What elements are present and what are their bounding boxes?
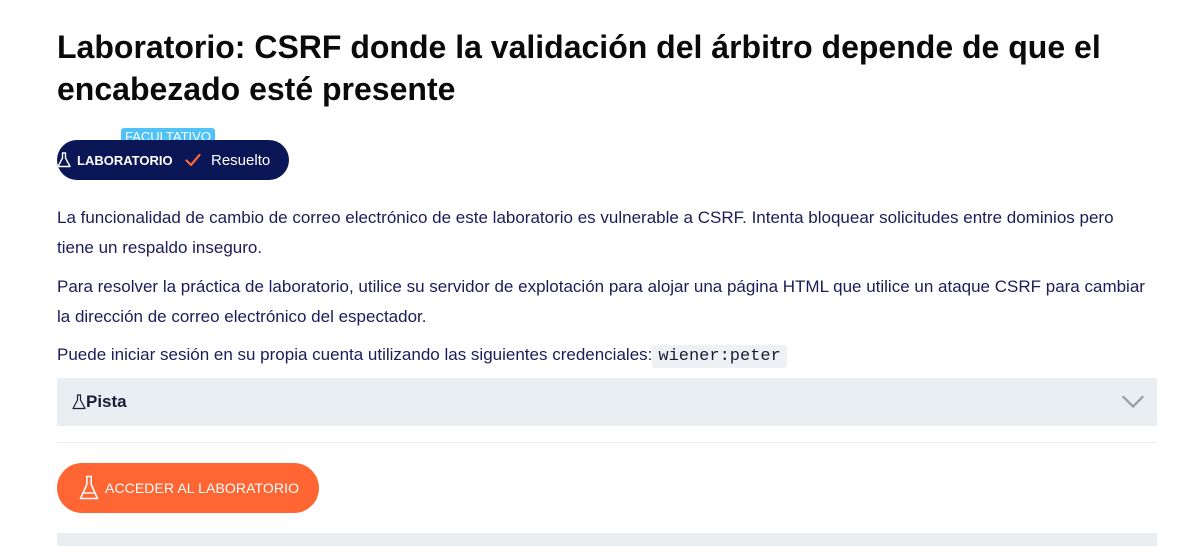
lab-page: Laboratorio: CSRF donde la validación de… [0,0,1192,546]
description-paragraph-2: Para resolver la práctica de laboratorio… [57,277,1145,326]
flask-icon [57,152,71,168]
page-title: Laboratorio: CSRF donde la validación de… [57,29,1101,107]
access-lab-button[interactable]: ACCEDER AL LABORATORIO [57,463,319,513]
chevron-down-icon[interactable] [1122,395,1144,409]
next-section-strip [57,533,1157,546]
hint-label: Pista [86,392,127,411]
description-paragraph-1: La funcionalidad de cambio de correo ele… [57,208,1114,257]
credentials-code: wiener:peter [652,345,787,368]
access-lab-label: ACCEDER AL LABORATORIO [105,480,300,496]
credentials-paragraph: Puede iniciar sesión en su propia cuenta… [57,340,1152,372]
check-icon [185,153,201,167]
flask-icon [72,394,86,410]
divider [57,442,1157,443]
hint-accordion[interactable]: Pista [57,378,1157,426]
credentials-text: Puede iniciar sesión en su propia cuenta… [57,345,653,364]
flask-icon [79,475,99,500]
lab-status-badge: LABORATORIO Resuelto [57,140,289,180]
lab-status-label: Resuelto [211,151,271,169]
lab-badge-group: FACULTATIVO LABORATORIO Resuelto [57,128,297,180]
lab-type-label: LABORATORIO [77,152,173,168]
